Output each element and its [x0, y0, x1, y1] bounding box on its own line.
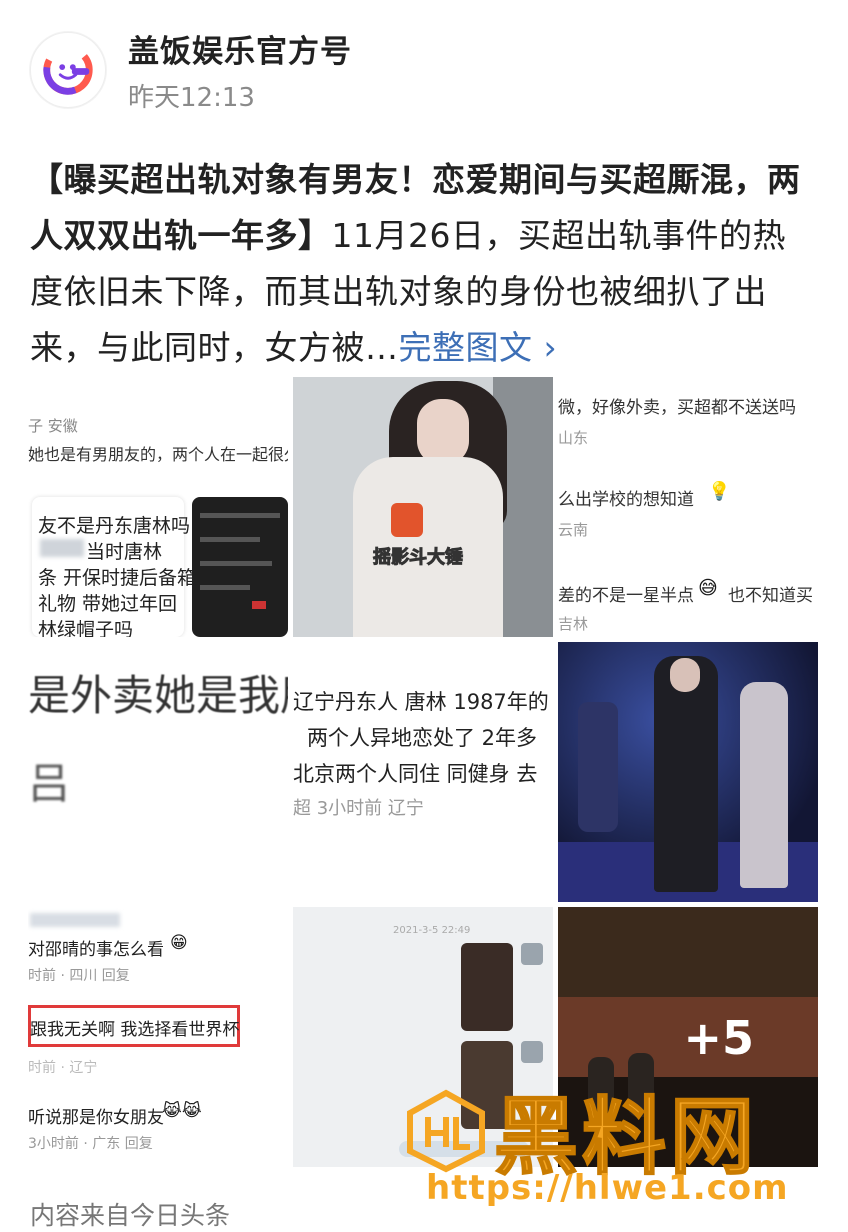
chat-timestamp: 2021-3-5 22:49	[393, 925, 471, 936]
grid-image-6[interactable]	[558, 642, 818, 902]
brand-logo-icon	[43, 45, 93, 95]
source-note: 内容来自今日头条	[30, 1201, 231, 1230]
chat-avatar	[521, 943, 543, 965]
background-musician	[578, 702, 618, 832]
tile-text: 友不是丹东唐林吗	[38, 515, 191, 537]
video-overlay-text: 摇影斗大锤	[373, 547, 464, 569]
grid-image-5[interactable]: 辽宁丹东人 唐林 1987年的 两个人异地恋处了 2年多 北京两个人同住 同健身…	[293, 642, 553, 902]
blurred-text	[40, 539, 84, 557]
grid-image-7[interactable]: 对邵晴的事怎么看 😁 时前 · 四川 回复 跟我无关啊 我选择看世界杯 时前 ·…	[28, 907, 288, 1167]
full-article-link[interactable]: 完整图文 ›	[399, 328, 558, 367]
tile-text: 两个人异地恋处了 2年多	[307, 726, 538, 750]
face-shape	[417, 399, 469, 465]
tile-text: 她也是有男朋友的，两个人在一起很久了	[28, 445, 288, 464]
grid-image-1[interactable]: 子 安徽 她也是有男朋友的，两个人在一起很久了 友不是丹东唐林吗 当时唐林 条 …	[28, 377, 288, 637]
author-name[interactable]: 盖饭娱乐官方号	[128, 26, 352, 71]
tile-text: 对邵晴的事怎么看	[28, 940, 164, 960]
performer-face	[670, 658, 700, 692]
tile-text: 么出学校的想知道	[558, 490, 694, 510]
watermark-url: https://hlwe1.com	[426, 1168, 789, 1208]
lightbulb-icon: 💡	[708, 481, 731, 502]
tile-text: 北京两个人同住 同健身 去	[293, 762, 538, 786]
performer-female	[740, 682, 788, 888]
watermark-logo-icon	[407, 1089, 485, 1172]
post-time: 昨天12:13	[128, 83, 255, 113]
chat-video-thumbnail	[461, 943, 513, 1031]
chat-avatar	[521, 1041, 543, 1063]
grid-image-2[interactable]: 摇影斗大锤	[293, 377, 553, 637]
smile-emoji-icon: 😅	[698, 577, 718, 599]
dark-chat-thumbnail	[192, 497, 288, 637]
laugh-emoji-icon: 😁	[170, 933, 188, 953]
tile-text: 条 开保时捷后备箱	[38, 567, 197, 589]
tile-text: 山东	[558, 429, 589, 447]
post-text: 【曝买超出轨对象有男友！恋爱期间与买超厮混，两人双双出轨一年多】11月26日，买…	[30, 152, 818, 376]
tile-text: 听说那是你女朋友	[28, 1108, 164, 1128]
grid-image-4[interactable]: 是外卖她是我朋 吕	[28, 642, 288, 902]
avatar[interactable]	[30, 32, 106, 108]
tile-text: 也不知道买	[728, 586, 813, 606]
tile-text: 吉林	[558, 615, 589, 633]
tile-text: 林绿帽子吗	[38, 619, 134, 637]
blurred-username	[30, 913, 120, 927]
tile-text: 超 3小时前 辽宁	[293, 798, 424, 819]
tile-text: 微，好像外卖，买超都不送送吗	[558, 398, 796, 418]
post-header: 盖饭娱乐官方号 昨天12:13	[30, 26, 352, 113]
tile-text: 跟我无关啊 我选择看世界杯	[30, 1020, 240, 1040]
tile-text: 时前 · 辽宁	[28, 1060, 98, 1076]
more-images-count[interactable]: +5	[683, 1011, 754, 1065]
grid-image-3[interactable]: 微，好像外卖，买超都不送送吗 山东 么出学校的想知道 💡 云南 差的不是一星半点…	[558, 377, 818, 637]
cat-emoji-icon: 😹😹	[162, 1101, 202, 1121]
tile-text: 吕	[28, 759, 71, 808]
tile-text: 云南	[558, 521, 589, 539]
tile-text: 礼物 带她过年回	[38, 593, 178, 615]
tile-text: 子 安徽	[28, 417, 78, 435]
image-grid: 子 安徽 她也是有男朋友的，两个人在一起很久了 友不是丹东唐林吗 当时唐林 条 …	[28, 377, 818, 1167]
tile-text: 3小时前 · 广东 回复	[28, 1136, 153, 1152]
tile-text: 是外卖她是我朋	[28, 671, 288, 720]
tile-text: 时前 · 四川 回复	[28, 968, 130, 984]
ceiling	[558, 907, 818, 997]
sticker-icon	[391, 503, 423, 537]
tile-text: 辽宁丹东人 唐林 1987年的	[293, 690, 549, 714]
tile-text: 当时唐林	[86, 541, 163, 563]
tile-text: 差的不是一星半点	[558, 586, 694, 606]
